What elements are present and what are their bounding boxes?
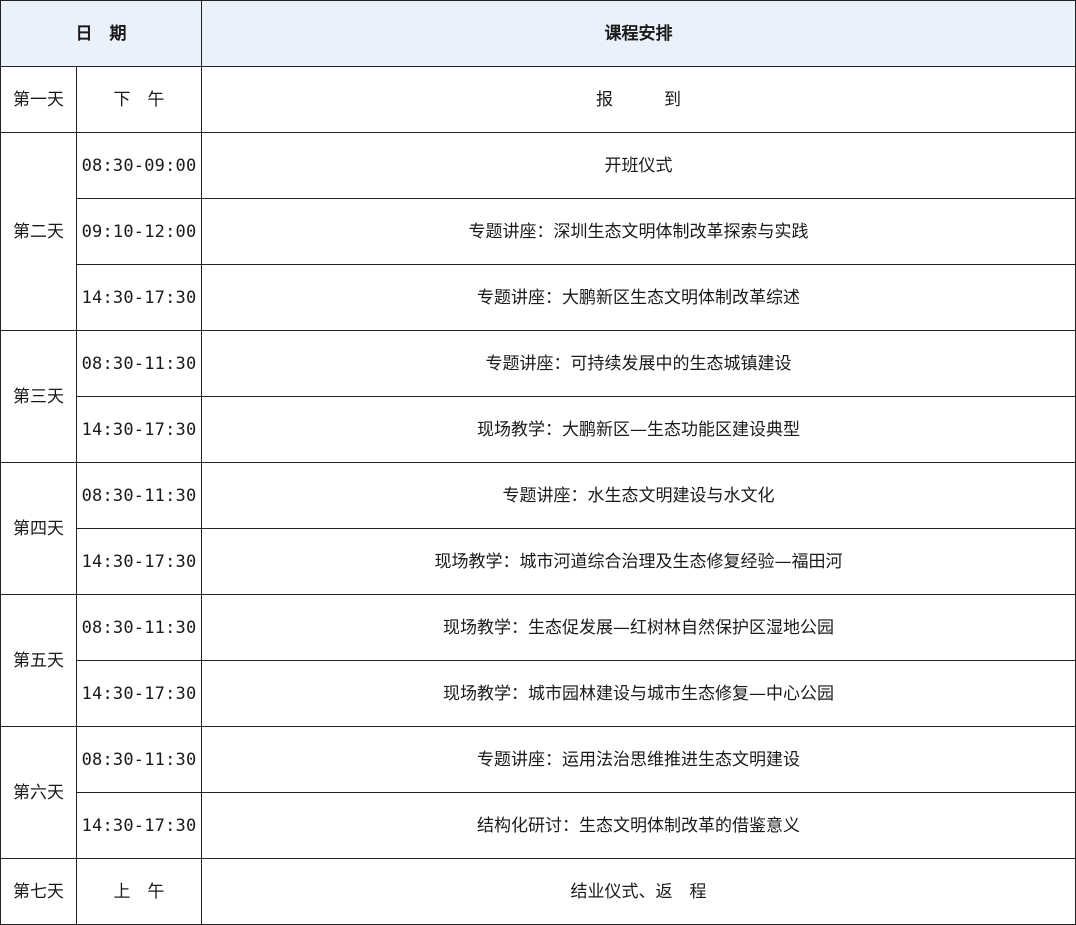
header-row: 日 期 课程安排 <box>0 0 1076 67</box>
content-cell: 报 到 <box>201 66 1076 133</box>
time-cell: 上 午 <box>76 858 202 925</box>
content-cell: 开班仪式 <box>201 132 1076 199</box>
time-cell: 08:30-11:30 <box>76 726 202 793</box>
table-row: 14:30-17:30 现场教学：城市园林建设与城市生态修复—中心公园 <box>1 660 1076 727</box>
day-cell: 第六天 <box>0 726 77 859</box>
schedule-table: 日 期 课程安排 第一天 下 午 报 到 第二天 08:30-09:00 开班仪… <box>0 0 1076 925</box>
table-row: 09:10-12:00 专题讲座：深圳生态文明体制改革探索与实践 <box>1 198 1076 265</box>
table-row: 第七天 上 午 结业仪式、返 程 <box>0 858 1076 925</box>
day-cell: 第二天 <box>0 132 77 331</box>
content-cell: 现场教学：生态促发展—红树林自然保护区湿地公园 <box>201 594 1076 661</box>
content-cell: 现场教学：城市园林建设与城市生态修复—中心公园 <box>201 660 1076 727</box>
time-cell: 下 午 <box>76 66 202 133</box>
time-cell: 14:30-17:30 <box>76 264 202 331</box>
table-row: 第一天 下 午 报 到 <box>0 66 1076 133</box>
table-row: 第三天 08:30-11:30 专题讲座：可持续发展中的生态城镇建设 <box>0 330 1076 463</box>
content-cell: 结业仪式、返 程 <box>201 858 1076 925</box>
content-cell: 现场教学：城市河道综合治理及生态修复经验—福田河 <box>201 528 1076 595</box>
table-row: 14:30-17:30 现场教学：大鹏新区—生态功能区建设典型 <box>1 396 1076 463</box>
table-row: 14:30-17:30 结构化研讨：生态文明体制改革的借鉴意义 <box>1 792 1076 859</box>
table-row: 14:30-17:30 现场教学：城市河道综合治理及生态修复经验—福田河 <box>1 528 1076 595</box>
time-cell: 08:30-11:30 <box>76 330 202 397</box>
date-header: 日 期 <box>0 0 202 67</box>
content-cell: 专题讲座：水生态文明建设与水文化 <box>201 462 1076 529</box>
day-cell: 第一天 <box>0 66 77 133</box>
time-cell: 09:10-12:00 <box>76 198 202 265</box>
content-cell: 专题讲座：大鹏新区生态文明体制改革综述 <box>201 264 1076 331</box>
time-cell: 08:30-11:30 <box>76 594 202 661</box>
content-cell: 专题讲座：深圳生态文明体制改革探索与实践 <box>201 198 1076 265</box>
content-cell: 专题讲座：运用法治思维推进生态文明建设 <box>201 726 1076 793</box>
day-cell: 第七天 <box>0 858 77 925</box>
content-cell: 现场教学：大鹏新区—生态功能区建设典型 <box>201 396 1076 463</box>
time-cell: 14:30-17:30 <box>76 660 202 727</box>
time-cell: 14:30-17:30 <box>76 792 202 859</box>
table-row: 第四天 08:30-11:30 专题讲座：水生态文明建设与水文化 <box>0 462 1076 595</box>
table-row: 第五天 08:30-11:30 现场教学：生态促发展—红树林自然保护区湿地公园 <box>0 594 1076 727</box>
table-row: 第六天 08:30-11:30 专题讲座：运用法治思维推进生态文明建设 <box>0 726 1076 859</box>
course-header: 课程安排 <box>201 0 1076 67</box>
day-cell: 第三天 <box>0 330 77 463</box>
time-cell: 14:30-17:30 <box>76 396 202 463</box>
time-cell: 08:30-11:30 <box>76 462 202 529</box>
time-cell: 14:30-17:30 <box>76 528 202 595</box>
content-cell: 结构化研讨：生态文明体制改革的借鉴意义 <box>201 792 1076 859</box>
day-cell: 第五天 <box>0 594 77 727</box>
time-cell: 08:30-09:00 <box>76 132 202 199</box>
table-row: 14:30-17:30 专题讲座：大鹏新区生态文明体制改革综述 <box>1 264 1076 331</box>
content-cell: 专题讲座：可持续发展中的生态城镇建设 <box>201 330 1076 397</box>
table-row: 第二天 08:30-09:00 开班仪式 <box>0 132 1076 331</box>
day-cell: 第四天 <box>0 462 77 595</box>
